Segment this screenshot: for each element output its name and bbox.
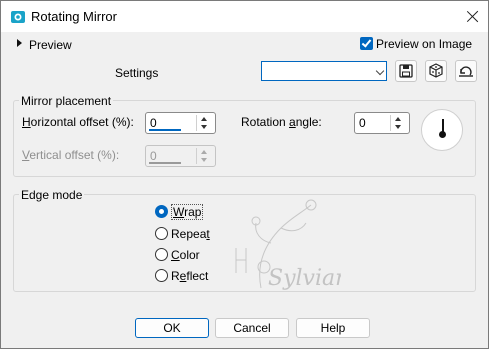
increment-icon[interactable] (201, 117, 207, 121)
reset-button[interactable] (455, 60, 477, 82)
settings-combobox[interactable] (261, 61, 387, 81)
radio-label-repeat[interactable]: Repeat (171, 227, 210, 241)
rotation-dial[interactable] (421, 109, 463, 151)
vertical-offset-stepper: 0 (145, 145, 216, 167)
radio-label-color[interactable]: Color (171, 248, 200, 262)
help-button[interactable]: Help (296, 318, 370, 338)
horizontal-offset-label: Horizontal offset (%): (22, 115, 134, 129)
decrement-icon[interactable] (395, 125, 401, 129)
settings-label: Settings (115, 66, 159, 80)
close-icon[interactable] (463, 7, 483, 27)
dice-icon (429, 63, 443, 78)
save-icon (399, 64, 413, 78)
radio-repeat[interactable] (155, 227, 168, 240)
vertical-offset-label: Vertical offset (%): (22, 148, 120, 162)
chevron-down-icon[interactable] (375, 66, 385, 76)
mirror-placement-label: Mirror placement (19, 94, 114, 108)
horizontal-offset-value[interactable]: 0 (150, 116, 157, 130)
increment-icon (201, 150, 207, 154)
decrement-icon[interactable] (201, 125, 207, 129)
preview-on-image-checkbox[interactable] (360, 37, 373, 50)
watermark-ornament: Sylviane (235, 199, 341, 291)
app-icon (11, 11, 25, 23)
edge-mode-label: Edge mode (19, 188, 85, 202)
dial-center (439, 131, 446, 138)
expand-triangle-icon[interactable] (17, 39, 22, 47)
cancel-button[interactable]: Cancel (215, 318, 289, 338)
watermark-text: Sylviane (268, 266, 341, 291)
rotation-angle-stepper[interactable]: 0 (354, 112, 410, 134)
dialog-window: Rotating Mirror Preview Preview on Image… (0, 0, 489, 349)
preview-toggle[interactable]: Preview (29, 38, 72, 52)
radio-color[interactable] (155, 248, 168, 261)
save-preset-button[interactable] (395, 60, 417, 82)
rotation-angle-label: Rotation angle: (241, 115, 322, 129)
title-bar: Rotating Mirror (1, 1, 488, 32)
radio-reflect[interactable] (155, 269, 168, 282)
randomize-button[interactable] (425, 60, 447, 82)
reset-icon (459, 66, 473, 77)
horizontal-offset-stepper[interactable]: 0 (145, 112, 216, 134)
radio-label-wrap[interactable]: Wrap (171, 204, 204, 220)
radio-label-reflect[interactable]: Reflect (171, 269, 208, 283)
ok-button[interactable]: OK (135, 318, 209, 338)
radio-wrap[interactable] (155, 205, 168, 218)
window-title: Rotating Mirror (31, 9, 117, 24)
rotation-angle-value[interactable]: 0 (359, 116, 366, 130)
decrement-icon (201, 158, 207, 162)
increment-icon[interactable] (395, 117, 401, 121)
vertical-offset-value: 0 (150, 149, 157, 163)
preview-on-image-label[interactable]: Preview on Image (376, 37, 472, 51)
